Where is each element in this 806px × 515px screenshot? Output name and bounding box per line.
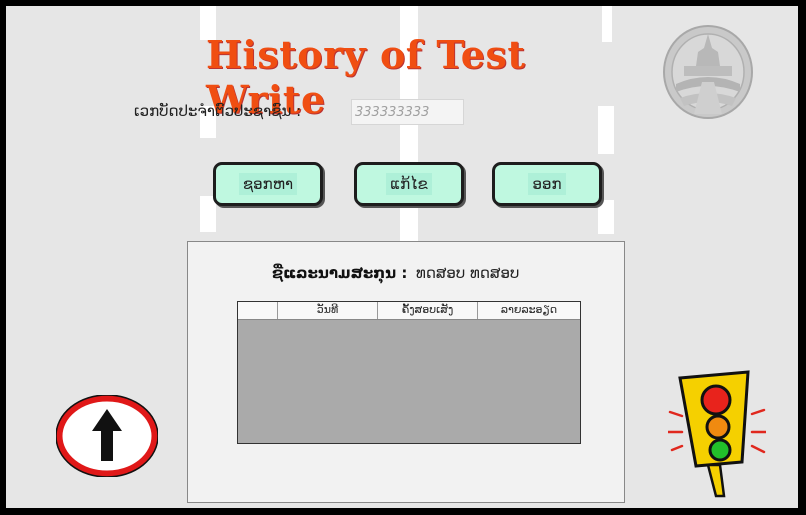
table-header: ວັນທີ ຄັ້ງສອບເສັງ ລາຍລະອຽດ: [238, 302, 580, 320]
exit-button[interactable]: ອອກ: [492, 162, 602, 206]
edit-button[interactable]: ແກ້ໄຂ: [354, 162, 464, 206]
column-header-date[interactable]: ວັນທີ: [278, 302, 378, 319]
column-header-attempt[interactable]: ຄັ້ງສອບເສັງ: [378, 302, 478, 319]
edit-button-label: ແກ້ໄຂ: [386, 173, 432, 195]
traffic-light-icon: [668, 370, 766, 498]
history-panel: ຊື່ແລະນາມສະກຸນ : ທດສອບ ທດສອບ ວັນທີ ຄັ້ງສ…: [187, 241, 625, 503]
id-card-label: ເວກບັດປະຈຳຕົວປະຊາຊົນ :: [134, 102, 302, 120]
window-frame: History of Test Write ເວກບັດປະຈຳຕົວປະຊາຊ…: [0, 0, 806, 515]
search-button[interactable]: ຊອກຫາ: [213, 162, 323, 206]
exit-button-label: ອອກ: [528, 173, 566, 195]
main-panel: History of Test Write ເວກບັດປະຈຳຕົວປະຊາຊ…: [6, 6, 798, 508]
column-header-details[interactable]: ລາຍລະອຽດ: [478, 302, 580, 319]
search-button-label: ຊອກຫາ: [238, 173, 298, 195]
no-entry-arrow-sign-icon: [56, 395, 158, 477]
government-seal-icon: [663, 25, 753, 119]
lane-marking: [598, 200, 614, 234]
name-value: ທດສອບ ທດສອບ: [416, 264, 520, 282]
history-table[interactable]: ວັນທີ ຄັ້ງສອບເສັງ ລາຍລະອຽດ: [237, 301, 581, 444]
id-card-input[interactable]: [351, 99, 464, 125]
row-header-corner: [238, 302, 278, 319]
name-label: ຊື່ແລະນາມສະກຸນ :: [272, 264, 408, 282]
